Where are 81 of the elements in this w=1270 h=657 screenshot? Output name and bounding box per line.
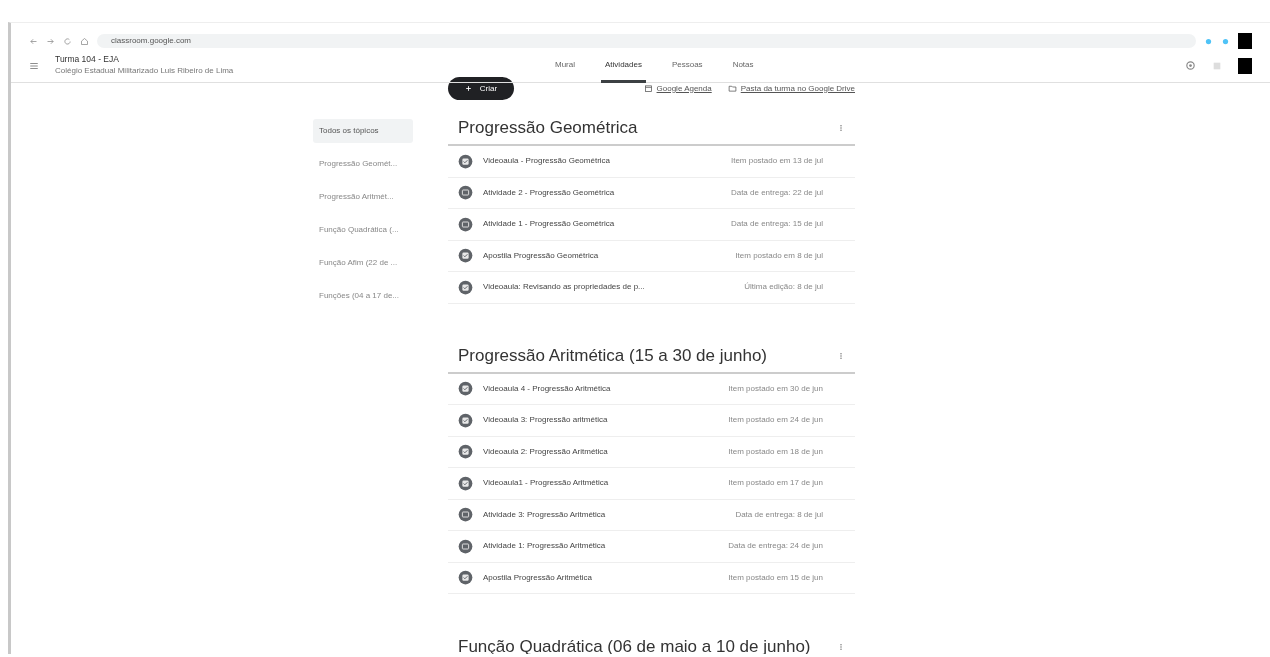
material-icon (458, 475, 473, 491)
classwork-item[interactable]: Videoaula 3: Progressão aritmética Item postado em 24 de jun (448, 405, 855, 437)
nav-tab[interactable]: Pessoas (667, 49, 707, 83)
item-title: Atividade 3: Progressão Aritmética (483, 508, 607, 521)
calendar-icon (643, 84, 653, 93)
classwork-item[interactable]: Atividade 1 - Progressão Geométrica Data de entrega: 15 de jul (448, 209, 855, 241)
item-date: Item postado em 13 de jul (730, 155, 823, 168)
item-title: Videoaula 3: Progressão aritmética (483, 414, 609, 427)
assignment-icon (458, 185, 473, 201)
toolbar-link[interactable]: Pasta da turma no Google Drive (727, 82, 855, 95)
item-title: Videoaula: Revisando as propriedades de p... (483, 281, 646, 294)
more-icon[interactable] (837, 350, 845, 361)
nav-tab[interactable]: Notas (728, 49, 758, 83)
item-title: Atividade 2 - Progressão Geométrica (483, 186, 616, 199)
topic-link[interactable]: Função Afim (22 de ... (313, 251, 413, 275)
menu-icon[interactable] (29, 60, 39, 71)
topic-link[interactable]: Progressão Geomét... (313, 152, 413, 176)
classwork-item[interactable]: Atividade 3: Progressão Aritmética Data de entrega: 8 de jul (448, 499, 855, 531)
item-title: Apostila Progressão Geométrica (483, 249, 600, 262)
classwork-item[interactable]: Apostila Progressão Geométrica Item postado em 8 de jul (448, 240, 855, 272)
toolbar-link[interactable]: Google Agenda (643, 82, 712, 95)
classwork-item[interactable]: Videoaula - Progressão Geométrica Item postado em 13 de jul (448, 146, 855, 178)
redaction-block (1238, 33, 1252, 49)
more-icon[interactable] (837, 123, 845, 133)
classwork-item[interactable]: Apostila Progressão Aritmética Item postado em 15 de jun (448, 562, 855, 594)
item-date: Item postado em 15 de jun (728, 571, 823, 584)
material-icon (458, 248, 473, 264)
school-name: Colégio Estadual Militarizado Luis Ribeiro de Lima (55, 64, 234, 77)
item-title: Videoaula1 - Progressão Aritmética (483, 477, 610, 490)
nav-tab[interactable]: Atividades (601, 49, 646, 83)
item-title: Videoaula - Progressão Geométrica (483, 155, 612, 168)
assignment-icon (458, 216, 473, 232)
material-icon (458, 153, 473, 169)
classwork-item[interactable]: Videoaula 4 - Progressão Aritmética Item postado em 30 de jun (448, 373, 855, 405)
material-icon (458, 412, 473, 428)
forward-icon[interactable] (46, 36, 55, 46)
item-title: Atividade 1: Progressão Aritmética (483, 540, 607, 553)
address-bar[interactable]: classroom.google.com (97, 34, 1196, 48)
item-date: Última edição: 8 de jul (744, 281, 823, 294)
material-icon (458, 381, 473, 397)
item-title: Apostila Progressão Aritmética (483, 571, 593, 584)
item-date: Item postado em 30 de jun (728, 382, 823, 395)
redaction-block (1238, 57, 1252, 74)
class-title[interactable]: Turma 104 - EJA (55, 54, 234, 65)
item-title: Videoaula 2: Progressão Aritmética (483, 445, 609, 458)
item-date: Item postado em 17 de jun (728, 477, 823, 490)
item-date: Item postado em 8 de jul (735, 249, 823, 262)
classwork-item[interactable]: Atividade 1: Progressão Aritmética Data de entrega: 24 de jun (448, 531, 855, 563)
material-icon (458, 570, 473, 586)
item-date: Item postado em 24 de jun (728, 414, 823, 427)
item-date: Data de entrega: 15 de jul (730, 218, 823, 231)
apps-icon[interactable] (1212, 60, 1222, 71)
more-icon[interactable] (837, 641, 845, 652)
topic-heading: Progressão Geométrica (458, 117, 638, 140)
topic-link[interactable]: Todos os tópicos (313, 119, 413, 143)
settings-icon[interactable] (1185, 60, 1196, 71)
reload-icon[interactable] (63, 36, 72, 46)
item-date: Item postado em 18 de jun (728, 445, 823, 458)
item-title: Videoaula 4 - Progressão Aritmética (483, 382, 612, 395)
classwork-item[interactable]: Atividade 2 - Progressão Geométrica Data de entrega: 22 de jul (448, 177, 855, 209)
back-icon[interactable] (29, 36, 38, 46)
folder-icon (727, 84, 737, 93)
plus-icon (464, 85, 472, 92)
classwork-item[interactable]: Videoaula1 - Progressão Aritmética Item postado em 17 de jun (448, 468, 855, 500)
item-date: Data de entrega: 8 de jul (735, 508, 823, 521)
nav-tab[interactable]: Mural (551, 49, 579, 83)
item-title: Atividade 1 - Progressão Geométrica (483, 218, 616, 231)
topic-link[interactable]: Progressão Aritmét... (313, 185, 413, 209)
material-icon (458, 279, 473, 295)
classwork-item[interactable]: Videoaula: Revisando as propriedades de p... Última edição: 8 de jul (448, 272, 855, 304)
item-date: Data de entrega: 22 de jul (730, 186, 823, 199)
item-date: Data de entrega: 24 de jun (728, 540, 823, 553)
assignment-icon (458, 507, 473, 523)
topic-heading: Progressão Aritmética (15 a 30 de junho) (458, 344, 767, 367)
assignment-icon (458, 538, 473, 554)
material-icon (458, 444, 473, 460)
classwork-item[interactable]: Videoaula 2: Progressão Aritmética Item postado em 18 de jun (448, 436, 855, 468)
topic-link[interactable]: Função Quadrática (... (313, 218, 413, 242)
create-button[interactable]: Criar (448, 77, 514, 100)
topic-link[interactable]: Funções (04 a 17 de... (313, 284, 413, 308)
home-icon[interactable] (80, 36, 89, 46)
